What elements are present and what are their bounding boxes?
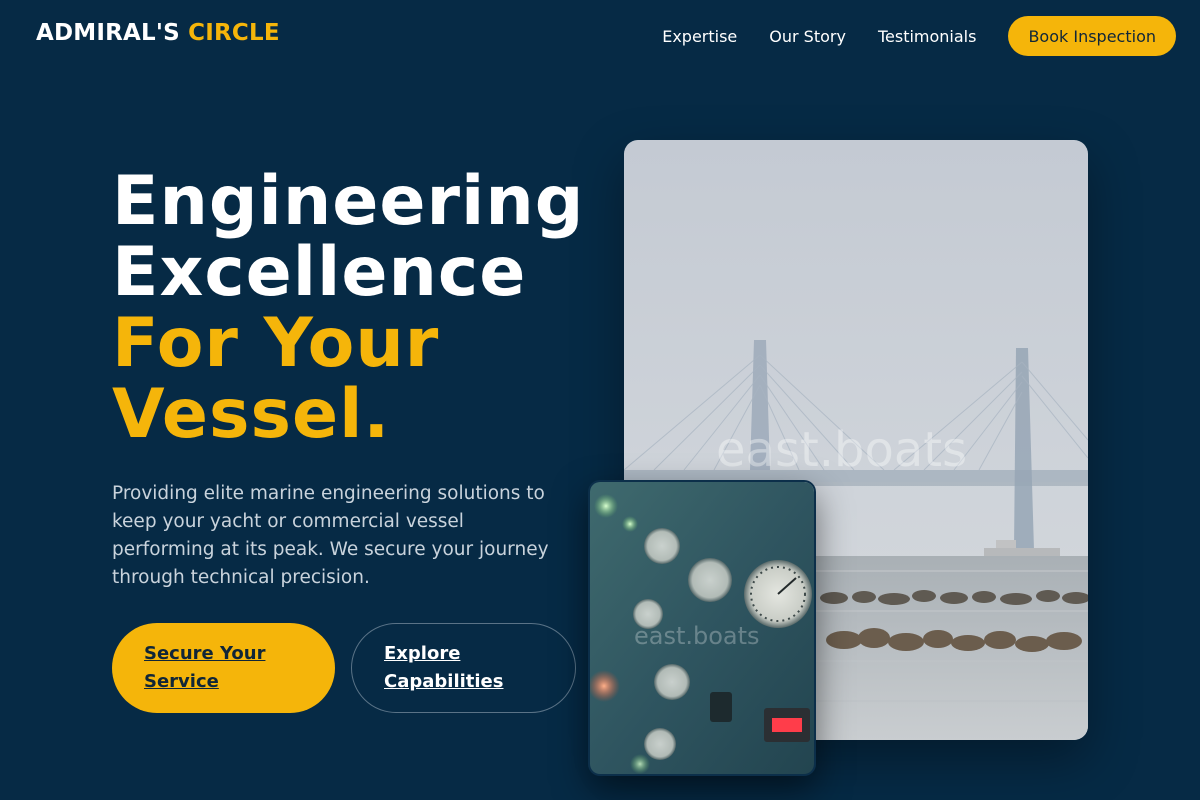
nav-link-testimonials[interactable]: Testimonials	[878, 27, 977, 46]
headline-accent-line-2: Vessel.	[112, 375, 391, 454]
main-photo-watermark: east.boats	[716, 422, 968, 478]
secure-service-button[interactable]: Secure Your Service	[112, 623, 335, 713]
nav-link-our-story[interactable]: Our Story	[769, 27, 846, 46]
headline-line-1: Engineering	[112, 162, 585, 241]
explore-capabilities-button[interactable]: Explore Capabilities	[351, 623, 576, 713]
small-photo-watermark: east.boats	[634, 622, 760, 650]
book-inspection-button[interactable]: Book Inspection	[1008, 16, 1176, 56]
logo-main-text: ADMIRAL'S	[36, 20, 180, 46]
nav-link-expertise[interactable]: Expertise	[662, 27, 737, 46]
main-nav: Expertise Our Story Testimonials Book In…	[662, 16, 1176, 56]
headline-line-2: Excellence	[112, 233, 527, 312]
brand-logo[interactable]: ADMIRAL'S CIRCLE	[36, 20, 280, 46]
site-header: ADMIRAL'S CIRCLE Expertise Our Story Tes…	[0, 0, 1200, 72]
logo-accent-text: CIRCLE	[188, 20, 280, 46]
headline-accent-line-1: For Your	[112, 304, 440, 383]
gauge-panel-photo: east.boats	[588, 480, 816, 776]
hero-description: Providing elite marine engineering solut…	[112, 483, 549, 588]
hero-headline: Engineering Excellence For Your Vessel.	[112, 166, 632, 450]
